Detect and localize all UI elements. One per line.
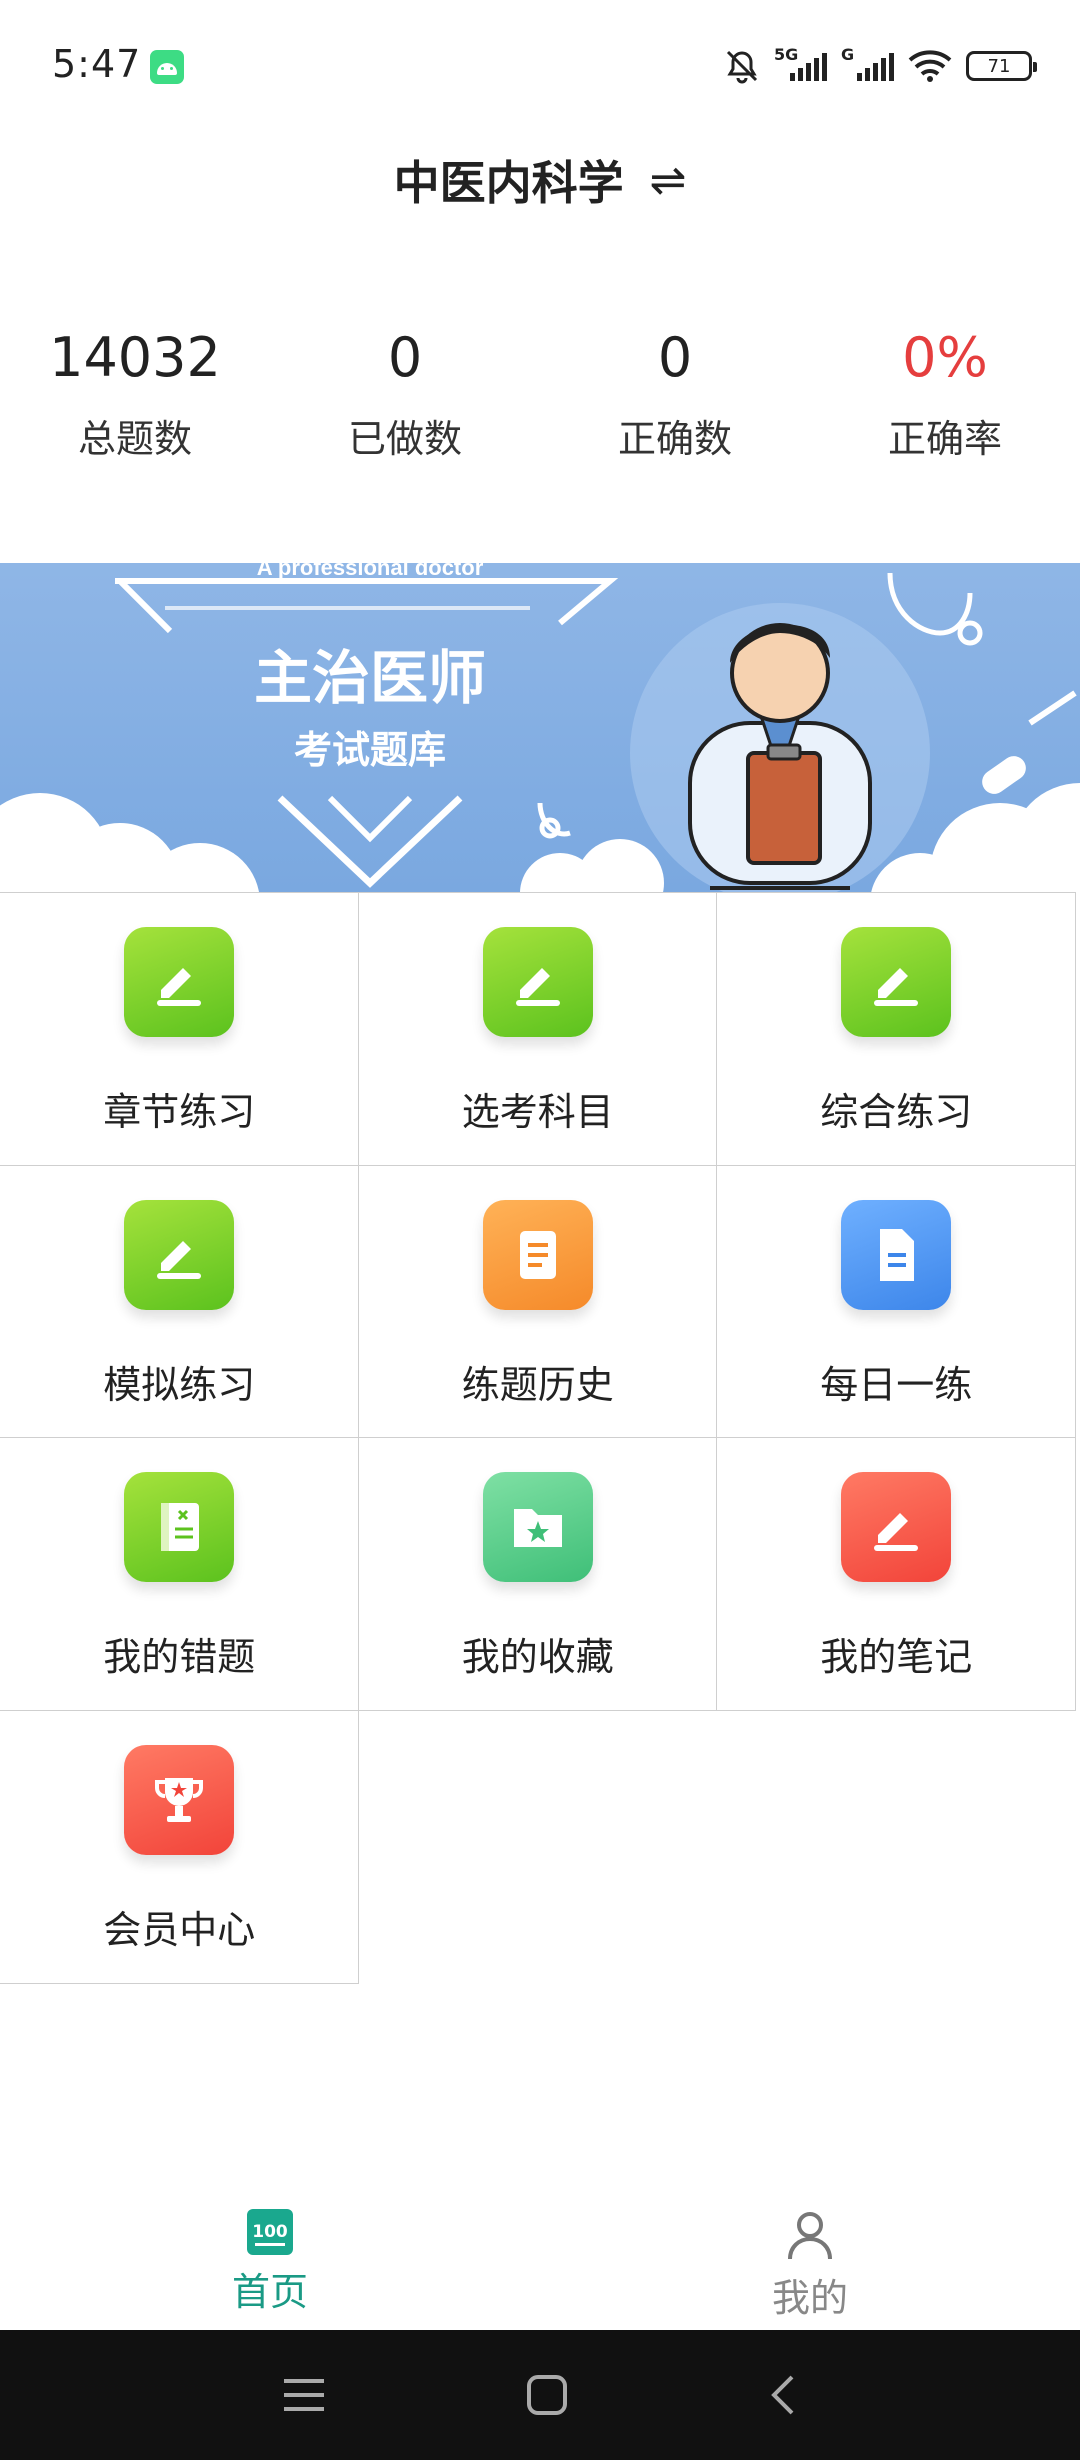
grid-item-elective-subjects[interactable]: 选考科目 bbox=[357, 892, 718, 1167]
tab-home-label: 首页 bbox=[231, 2270, 308, 2314]
wifi-icon bbox=[908, 50, 952, 82]
tab-mine[interactable]: 我的 bbox=[540, 2195, 1080, 2330]
battery-level: 71 bbox=[987, 55, 1011, 77]
bottom-tab-bar: 100 首页 我的 bbox=[0, 2195, 1080, 2330]
trophy-icon bbox=[124, 1744, 235, 1855]
grid-item-my-mistakes[interactable]: 我的错题 bbox=[0, 1437, 360, 1712]
stat-total-label: 总题数 bbox=[77, 417, 192, 461]
android-notification-icon bbox=[150, 50, 184, 84]
signal-5g-label: 5G bbox=[774, 45, 799, 64]
swap-icon[interactable]: ⇌ bbox=[650, 155, 687, 206]
grid-item-label: 选考科目 bbox=[461, 1090, 614, 1135]
signal-g-label: G bbox=[841, 45, 855, 64]
stat-done-label: 已做数 bbox=[347, 417, 462, 461]
banner-illustration: A professional doctor 主治医师 考试题库 bbox=[0, 563, 1080, 893]
user-icon bbox=[788, 2212, 832, 2260]
banner[interactable]: A professional doctor 主治医师 考试题库 bbox=[0, 563, 1080, 893]
stats-summary: 14032 总题数 0 已做数 0 正确数 0% 正确率 bbox=[0, 320, 1080, 463]
grid-item-member-center[interactable]: 会员中心 bbox=[0, 1709, 360, 1984]
status-bar: 5:47 5G G 71 bbox=[0, 0, 1080, 130]
stat-rate: 0% 正确率 bbox=[810, 320, 1080, 463]
wrong-book-icon bbox=[124, 1472, 235, 1583]
grid-item-label: 章节练习 bbox=[103, 1090, 256, 1135]
home-button-icon[interactable] bbox=[526, 2374, 568, 2416]
grid-item-practice-history[interactable]: 练题历史 bbox=[357, 1164, 718, 1439]
grid-item-my-notes[interactable]: 我的笔记 bbox=[716, 1437, 1077, 1712]
system-navigation-bar bbox=[0, 2330, 1080, 2460]
grid-item-label: 练题历史 bbox=[461, 1362, 614, 1407]
back-icon[interactable] bbox=[768, 2373, 798, 2417]
grid-item-label: 综合练习 bbox=[820, 1090, 973, 1135]
grid-item-daily-practice[interactable]: 每日一练 bbox=[716, 1164, 1077, 1439]
scroll-icon bbox=[482, 1199, 593, 1310]
stat-rate-label: 正确率 bbox=[887, 417, 1002, 461]
grid-item-mock-practice[interactable]: 模拟练习 bbox=[0, 1164, 360, 1439]
feature-grid: 章节练习 选考科目 综合练习 模拟练习 练题历史 每日一练 我的错题 我的收藏 … bbox=[0, 892, 1080, 1984]
subject-switcher[interactable]: 中医内科学 ⇌ bbox=[0, 130, 1080, 230]
home-icon: 100 bbox=[247, 2209, 293, 2255]
grid-item-label: 我的错题 bbox=[103, 1635, 256, 1680]
grid-item-label: 模拟练习 bbox=[103, 1362, 256, 1407]
pencil-note-icon bbox=[124, 927, 235, 1038]
battery-icon: 71 bbox=[966, 51, 1037, 81]
grid-item-label: 每日一练 bbox=[820, 1362, 973, 1407]
banner-title: 主治医师 bbox=[254, 644, 486, 712]
status-time: 5:47 bbox=[52, 42, 142, 86]
pencil-note-icon bbox=[482, 927, 593, 1038]
tab-home[interactable]: 100 首页 bbox=[0, 2195, 540, 2330]
signal-g-icon: G bbox=[841, 45, 894, 81]
grid-item-label: 会员中心 bbox=[103, 1907, 256, 1952]
pencil-note-icon bbox=[124, 1199, 235, 1310]
stat-total: 14032 总题数 bbox=[0, 320, 270, 463]
pencil-note-icon bbox=[841, 927, 952, 1038]
star-folder-icon bbox=[482, 1472, 593, 1583]
grid-item-chapter-practice[interactable]: 章节练习 bbox=[0, 892, 360, 1167]
banner-subtitle: 考试题库 bbox=[294, 728, 446, 772]
stat-rate-value: 0% bbox=[902, 326, 988, 389]
stat-total-value: 14032 bbox=[49, 326, 221, 389]
grid-item-label: 我的收藏 bbox=[461, 1635, 614, 1680]
pencil-note-icon bbox=[841, 1472, 952, 1583]
document-icon bbox=[841, 1199, 952, 1310]
grid-item-my-favorites[interactable]: 我的收藏 bbox=[357, 1437, 718, 1712]
stat-correct-value: 0 bbox=[657, 326, 693, 389]
mute-bell-icon bbox=[726, 50, 758, 84]
menu-icon[interactable] bbox=[282, 2375, 326, 2415]
grid-item-comprehensive-practice[interactable]: 综合练习 bbox=[716, 892, 1077, 1167]
stat-done: 0 已做数 bbox=[270, 320, 540, 463]
grid-item-label: 我的笔记 bbox=[820, 1635, 973, 1680]
stat-correct: 0 正确数 bbox=[540, 320, 810, 463]
banner-subtitle-en: A professional doctor bbox=[257, 563, 484, 580]
tab-mine-label: 我的 bbox=[771, 2276, 848, 2320]
stat-done-value: 0 bbox=[387, 326, 423, 389]
status-icons: 5G G 71 bbox=[724, 44, 1037, 88]
stat-correct-label: 正确数 bbox=[617, 417, 732, 461]
page-title: 中医内科学 bbox=[393, 156, 624, 210]
signal-5g-icon: 5G bbox=[774, 45, 827, 81]
